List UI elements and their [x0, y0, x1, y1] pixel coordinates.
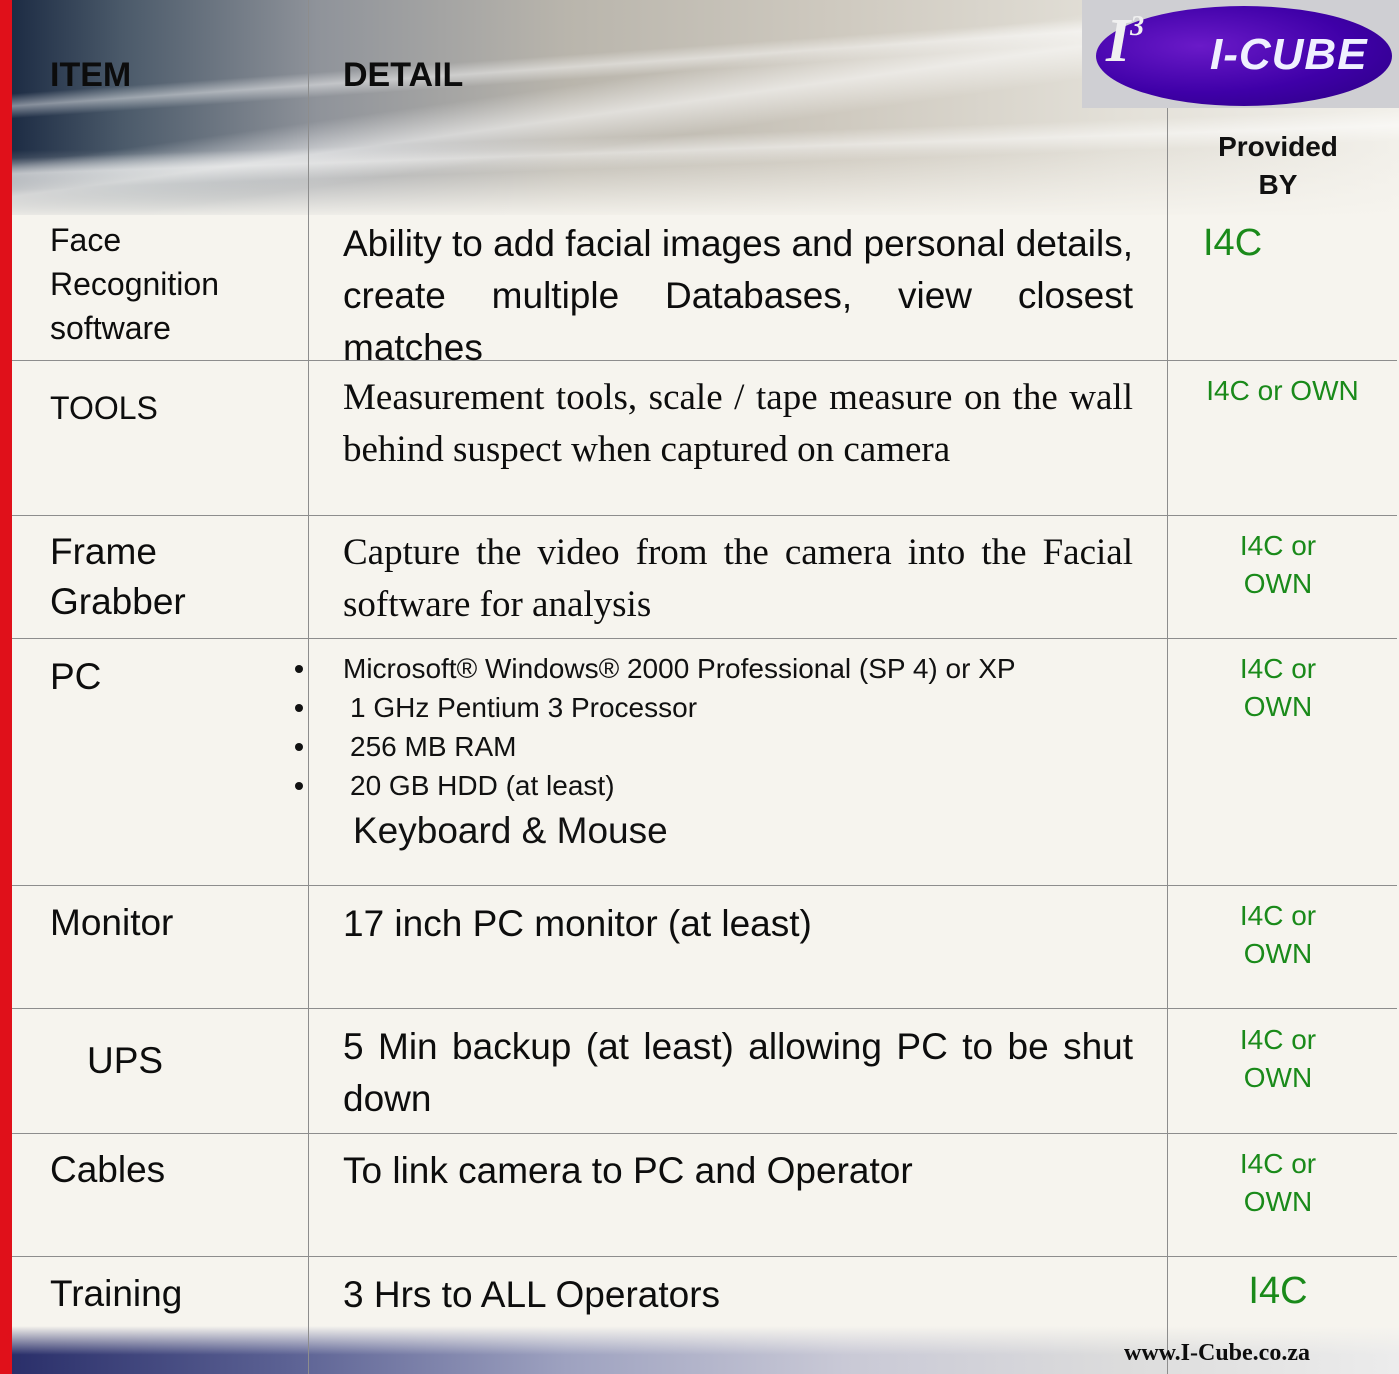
column-divider-2 — [1167, 108, 1168, 1374]
item-frame-grabber: Frame Grabber — [50, 527, 186, 627]
detail-cables: To link camera to PC and Operator — [343, 1150, 913, 1191]
pc-keyboard-mouse: Keyboard & Mouse — [353, 810, 668, 851]
row-divider — [12, 1256, 1397, 1257]
item-tools: TOOLS — [50, 390, 158, 426]
item-pc: PC — [50, 656, 102, 697]
item-cables: Cables — [50, 1149, 166, 1190]
detail-face-recognition: Ability to add facial images and persona… — [343, 223, 1133, 368]
row-divider — [12, 1008, 1397, 1009]
item-line: software — [50, 310, 171, 346]
i-cube-logo: I3 I-CUBE — [1082, 0, 1399, 108]
provided-cables: I4C or OWN — [1190, 1145, 1366, 1221]
provided-line: OWN — [1243, 691, 1313, 722]
provided-line: I4C or — [1239, 1148, 1317, 1179]
item-line: Recognition — [50, 266, 219, 302]
column-header-item: ITEM — [50, 56, 132, 94]
provided-tools: I4C or OWN — [1206, 375, 1359, 406]
row-divider — [12, 1133, 1397, 1134]
detail-frame-grabber: Capture the video from the camera into t… — [343, 532, 1133, 625]
item-line: Face — [50, 222, 122, 258]
item-line: Frame — [50, 531, 157, 572]
provided-line: I4C or — [1239, 1024, 1317, 1055]
logo-mark-letter: I — [1106, 7, 1131, 75]
provided-line: OWN — [1243, 1186, 1313, 1217]
pc-spec-list: Microsoft® Windows® 2000 Professional (S… — [295, 649, 1155, 805]
provided-line: I4C or — [1239, 653, 1317, 684]
provided-by-line2: BY — [1258, 169, 1298, 200]
footer-url: www.I-Cube.co.za — [1124, 1340, 1310, 1366]
item-line: Grabber — [50, 581, 186, 622]
left-accent-stripe — [0, 0, 12, 1374]
item-ups: UPS — [87, 1040, 164, 1081]
provided-line: I4C or — [1239, 900, 1317, 931]
provided-pc: I4C or OWN — [1190, 650, 1366, 726]
column-header-provided-by: Provided BY — [1190, 128, 1366, 204]
detail-tools: Measurement tools, scale / tape measure … — [343, 377, 1133, 470]
logo-mark: I3 — [1106, 6, 1144, 77]
item-monitor: Monitor — [50, 902, 174, 943]
pc-spec-item: 20 GB HDD (at least) — [295, 766, 1155, 805]
detail-pc: Microsoft® Windows® 2000 Professional (S… — [295, 649, 1155, 857]
provided-training: I4C — [1248, 1270, 1308, 1312]
provided-line: OWN — [1243, 568, 1313, 599]
provided-line: I4C or — [1239, 530, 1317, 561]
pc-spec-item: Microsoft® Windows® 2000 Professional (S… — [295, 649, 1155, 688]
provided-monitor: I4C or OWN — [1190, 897, 1366, 973]
detail-monitor: 17 inch PC monitor (at least) — [343, 903, 812, 944]
provided-frame-grabber: I4C or OWN — [1190, 527, 1366, 603]
provided-by-line1: Provided — [1218, 131, 1338, 162]
logo-text: I-CUBE — [1210, 30, 1368, 79]
detail-ups: 5 Min backup (at least) allowing PC to b… — [343, 1026, 1133, 1119]
provided-line: OWN — [1243, 1062, 1313, 1093]
row-divider — [12, 638, 1397, 639]
logo-mark-sup: 3 — [1130, 11, 1145, 42]
row-divider — [12, 515, 1397, 516]
pc-spec-item: 256 MB RAM — [295, 727, 1155, 766]
detail-training: 3 Hrs to ALL Operators — [343, 1274, 721, 1315]
pc-spec-item: 1 GHz Pentium 3 Processor — [295, 688, 1155, 727]
item-training: Training — [50, 1273, 183, 1314]
provided-ups: I4C or OWN — [1190, 1021, 1366, 1097]
column-header-detail: DETAIL — [343, 56, 464, 94]
provided-face-recognition: I4C — [1203, 222, 1263, 264]
row-divider — [12, 885, 1397, 886]
item-face-recognition: Face Recognition software — [50, 218, 219, 350]
provided-line: OWN — [1243, 938, 1313, 969]
